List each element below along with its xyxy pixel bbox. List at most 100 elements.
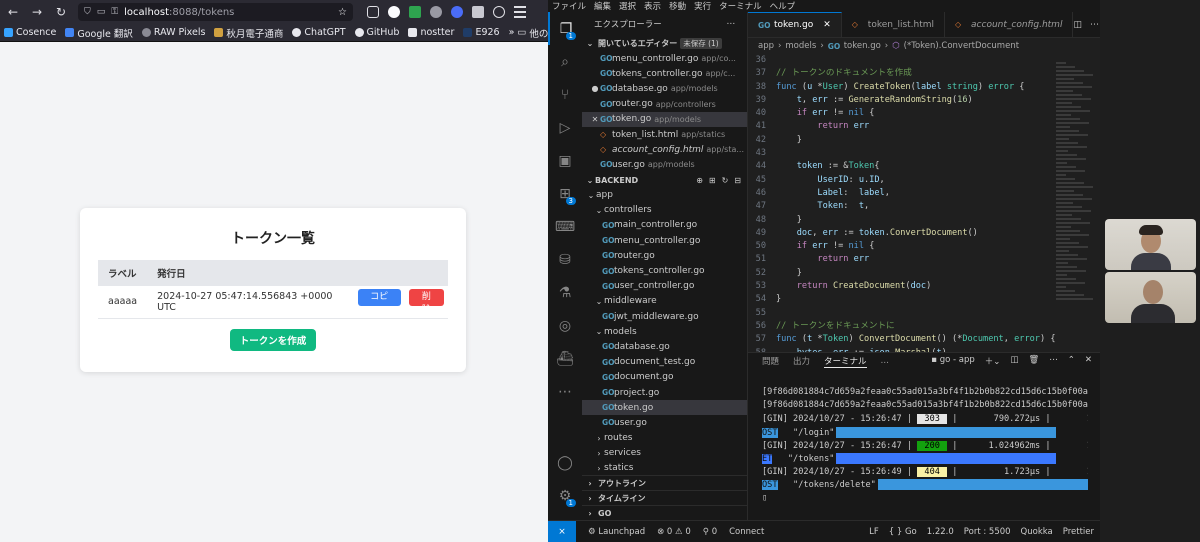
- star-icon[interactable]: ☆: [338, 7, 347, 18]
- refresh-icon[interactable]: ↻: [722, 176, 729, 185]
- bookmark-google-translate[interactable]: Google 翻訳: [65, 26, 133, 40]
- status-language[interactable]: { } Go: [889, 527, 917, 537]
- docker-icon[interactable]: ⛴: [548, 342, 582, 375]
- tree-file[interactable]: GO database.go: [582, 339, 747, 354]
- terminal-output[interactable]: [9f86d081884c7d659a2feaa0c55ad015a3bf4f1…: [748, 369, 1100, 506]
- maximize-panel-icon[interactable]: ⌃: [1068, 355, 1075, 367]
- status-live-server[interactable]: Port : 5500: [964, 527, 1011, 537]
- source-control-icon[interactable]: ⑂: [548, 78, 582, 111]
- run-debug-icon[interactable]: ▷: [548, 111, 582, 144]
- green-extension-icon[interactable]: [409, 6, 421, 18]
- tree-folder[interactable]: › statics: [582, 461, 747, 476]
- create-token-button[interactable]: トークンを作成: [229, 328, 317, 351]
- outline-section[interactable]: › アウトライン: [582, 475, 747, 490]
- timeline-section[interactable]: › タイムライン: [582, 490, 747, 505]
- back-icon[interactable]: ←: [6, 5, 20, 19]
- blue-extension-icon[interactable]: [451, 6, 463, 18]
- tree-file[interactable]: GO user.go: [582, 415, 747, 430]
- breadcrumb-item[interactable]: app: [758, 41, 774, 51]
- open-editor-item[interactable]: GO user.go app/models: [582, 157, 747, 172]
- close-icon[interactable]: ✕: [823, 20, 831, 30]
- participant-video-2[interactable]: [1105, 272, 1196, 323]
- explorer-icon[interactable]: ❐ 1: [548, 12, 582, 45]
- tree-folder[interactable]: › services: [582, 446, 747, 461]
- account-icon[interactable]: ◯: [548, 446, 582, 479]
- participant-video-1[interactable]: [1105, 219, 1196, 270]
- status-ports[interactable]: ⚲ 0: [703, 527, 717, 537]
- database-icon[interactable]: ⛁: [548, 243, 582, 276]
- tree-file[interactable]: GO user_controller.go: [582, 279, 747, 294]
- puzzle-icon[interactable]: [472, 6, 484, 18]
- status-connect[interactable]: Connect: [729, 527, 764, 537]
- tree-file[interactable]: GO main_controller.go: [582, 218, 747, 233]
- tree-folder[interactable]: ⌄ models: [582, 324, 747, 339]
- terminal-instance[interactable]: ▪ go - app: [931, 355, 975, 367]
- close-panel-icon[interactable]: ✕: [1085, 355, 1092, 367]
- split-terminal-icon[interactable]: ◫: [1010, 355, 1018, 367]
- tab-more[interactable]: …: [881, 356, 890, 366]
- bookmark-chatgpt[interactable]: ChatGPT: [292, 27, 346, 38]
- bookmark-raw-pixels[interactable]: RAW Pixels: [141, 27, 205, 38]
- extensions-icon[interactable]: ⊞ 3: [548, 177, 582, 210]
- open-editor-item[interactable]: ◇ account_config.html app/sta...: [582, 142, 747, 157]
- copy-button[interactable]: コピー: [357, 288, 401, 315]
- tree-file[interactable]: GO token.go: [582, 400, 747, 416]
- trash-icon[interactable]: 🗑: [1028, 355, 1039, 367]
- collapse-all-icon[interactable]: ⊟: [734, 176, 741, 185]
- menu-run[interactable]: 実行: [694, 0, 711, 12]
- more-icon[interactable]: ⋯: [548, 375, 582, 408]
- testing-icon[interactable]: ⚗: [548, 276, 582, 309]
- forward-icon[interactable]: →: [30, 5, 44, 19]
- menu-terminal[interactable]: ターミナル: [719, 0, 762, 12]
- split-editor-icon[interactable]: ◫: [1073, 20, 1082, 30]
- open-editor-item[interactable]: ◇ token_list.html app/statics: [582, 127, 747, 142]
- tree-file[interactable]: GO project.go: [582, 385, 747, 400]
- tree-file[interactable]: GO router.go: [582, 248, 747, 263]
- menu-view[interactable]: 表示: [644, 0, 661, 12]
- info-extension-icon[interactable]: [388, 6, 400, 18]
- bookmark-other[interactable]: » ▭他のブックマーク: [509, 26, 548, 40]
- tree-file[interactable]: GO document.go: [582, 370, 747, 385]
- go-icon[interactable]: ◎: [548, 309, 582, 342]
- open-editor-item[interactable]: GO router.go app/controllers: [582, 97, 747, 112]
- more-icon[interactable]: ⋯: [1049, 355, 1058, 367]
- tab-token-list-html[interactable]: ◇ token_list.html: [842, 12, 946, 37]
- menu-selection[interactable]: 選択: [619, 0, 636, 12]
- status-eol[interactable]: LF: [869, 527, 879, 537]
- pocket-icon[interactable]: [367, 6, 379, 18]
- tree-folder[interactable]: ⌄ middleware: [582, 294, 747, 309]
- tree-folder[interactable]: ⌄ app: [582, 188, 747, 203]
- minimap[interactable]: [1056, 62, 1096, 342]
- status-prettier[interactable]: Prettier: [1063, 527, 1094, 537]
- menu-go[interactable]: 移動: [669, 0, 686, 12]
- open-editors-section[interactable]: ⌄ 開いているエディター 未保存 (1): [582, 36, 747, 51]
- menu-help[interactable]: ヘルプ: [770, 0, 796, 12]
- remote-indicator-icon[interactable]: ⨯: [548, 520, 576, 542]
- new-folder-icon[interactable]: ⊞: [709, 176, 716, 185]
- remote-explorer-icon[interactable]: ▣: [548, 144, 582, 177]
- code-editor[interactable]: 36 37// トークンのドキュメントを作成 38 func (u *User) Cr…: [748, 54, 1100, 373]
- open-editor-item[interactable]: ● GO database.go app/models: [582, 81, 747, 96]
- bookmark-nostter[interactable]: nostter: [408, 27, 454, 38]
- feather-extension-icon[interactable]: [430, 6, 442, 18]
- bookmark-akizuki[interactable]: 秋月電子通商: [214, 26, 283, 40]
- tab-output[interactable]: 出力: [793, 355, 810, 367]
- new-file-icon[interactable]: ⊕: [696, 176, 703, 185]
- tab-account-config-html[interactable]: ◇ account_config.html: [945, 12, 1074, 37]
- tree-folder[interactable]: ⌄ controllers: [582, 203, 747, 218]
- settings-gear-icon[interactable]: ⚙ 1: [548, 479, 582, 512]
- tree-file[interactable]: GO document_test.go: [582, 355, 747, 370]
- menu-icon[interactable]: [514, 6, 526, 18]
- new-terminal-icon[interactable]: ＋⌄: [985, 355, 1001, 367]
- bookmark-cosence[interactable]: Cosence: [4, 27, 56, 38]
- status-problems[interactable]: ⊗ 0 ⚠ 0: [657, 527, 691, 537]
- url-bar[interactable]: ⛉ ▭ ⚿ localhost:8088/tokens ☆: [78, 3, 353, 21]
- backend-section[interactable]: ⌄ BACKEND ⊕ ⊞ ↻ ⊟: [582, 173, 747, 188]
- breadcrumb-item[interactable]: (*Token).ConvertDocument: [904, 41, 1019, 51]
- search-icon[interactable]: ⌕: [548, 45, 582, 78]
- breadcrumb-item[interactable]: token.go: [844, 41, 881, 51]
- status-launchpad[interactable]: ⚙ Launchpad: [588, 527, 645, 537]
- more-actions-icon[interactable]: ⋯: [727, 19, 736, 29]
- tree-file[interactable]: GO jwt_middleware.go: [582, 309, 747, 324]
- menu-edit[interactable]: 編集: [594, 0, 611, 12]
